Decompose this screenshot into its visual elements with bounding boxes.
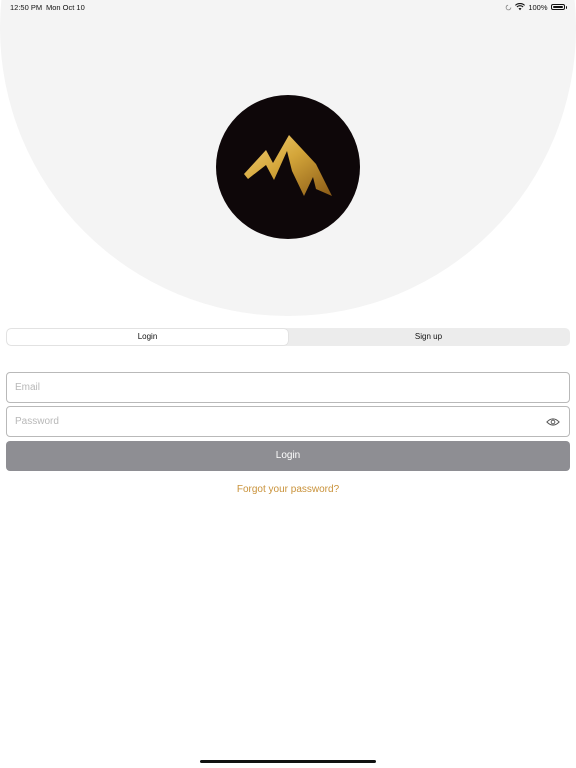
sync-icon [506, 4, 512, 10]
battery-icon [550, 4, 565, 10]
login-screen: 12:50 PM Mon Oct 10 100% Login Sign up E… [0, 0, 576, 768]
tab-sign-up[interactable]: Sign up [288, 329, 569, 345]
status-time: 12:50 PM [10, 3, 43, 12]
wifi-icon [515, 3, 526, 11]
password-field[interactable] [7, 407, 535, 436]
status-date: Mon Oct 10 [46, 3, 85, 12]
eye-icon[interactable] [546, 417, 560, 427]
mountain-peak-logo-icon [244, 135, 332, 196]
status-bar: 12:50 PM Mon Oct 10 100% [0, 0, 576, 16]
app-logo [216, 95, 360, 239]
login-button[interactable]: Login [6, 441, 570, 471]
email-field-container [6, 372, 570, 403]
tab-login[interactable]: Login [7, 329, 288, 345]
forgot-password-link[interactable]: Forgot your password? [0, 484, 576, 495]
battery-tip [565, 5, 567, 9]
auth-mode-toggle: Login Sign up [6, 328, 570, 346]
status-indicators: 100% [505, 2, 567, 12]
email-field[interactable] [7, 373, 535, 402]
battery-percentage: 100% [528, 2, 548, 12]
home-indicator [200, 760, 376, 763]
password-field-container [6, 406, 570, 437]
